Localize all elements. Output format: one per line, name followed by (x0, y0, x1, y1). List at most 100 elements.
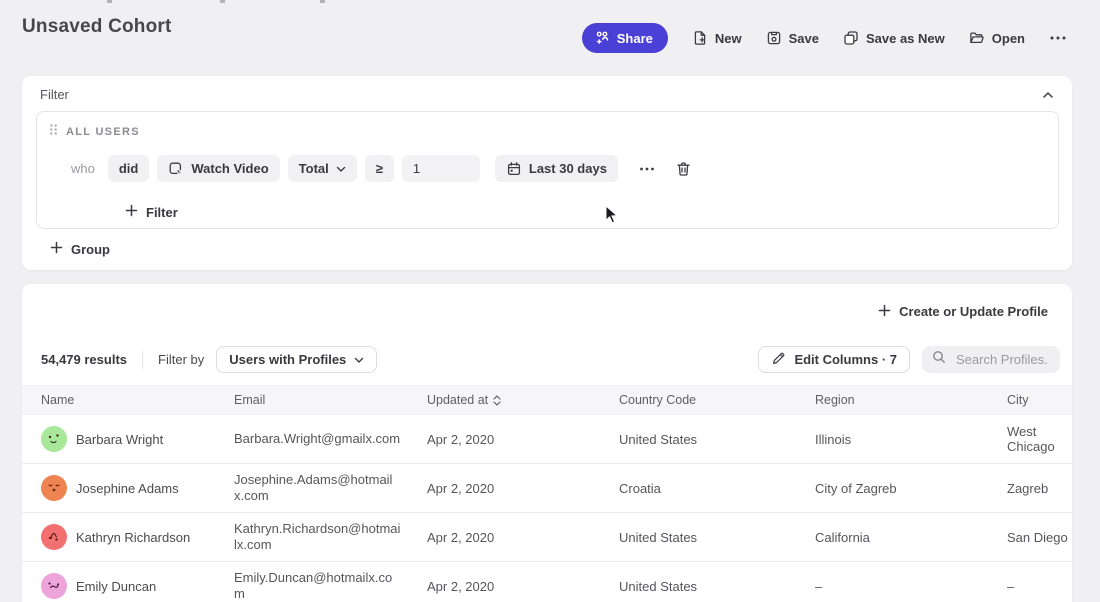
aggregation-selector[interactable]: Total (288, 155, 357, 182)
edit-columns-button[interactable]: Edit Columns · 7 (758, 346, 910, 373)
region-cell: Illinois (815, 432, 1007, 447)
country-cell: United States (619, 579, 815, 594)
row-more-options-icon[interactable] (633, 162, 661, 176)
avatar (41, 426, 67, 452)
add-filter-button[interactable]: Filter (119, 203, 184, 221)
operator-label: ≥ (376, 161, 383, 176)
open-label: Open (992, 31, 1025, 46)
share-users-icon (594, 30, 610, 46)
filter-by-label: Filter by (158, 352, 204, 367)
cohort-builder-screen: { "colors": { "accent": "#4b40d6", "page… (0, 0, 1100, 602)
share-button[interactable]: Share (582, 23, 668, 53)
add-group-label: Group (71, 242, 110, 257)
open-button[interactable]: Open (969, 30, 1025, 46)
plus-icon (878, 304, 891, 320)
profiles-table: Name Email Updated at Country Code Regio… (22, 385, 1072, 602)
col-header-updated-at[interactable]: Updated at (427, 393, 619, 407)
save-as-new-button[interactable]: Save as New (843, 30, 945, 46)
col-header-city[interactable]: City (1007, 393, 1072, 407)
result-count: 54,479 results (41, 352, 127, 367)
country-cell: Croatia (619, 481, 815, 496)
new-button[interactable]: New (692, 30, 742, 46)
group-scope-label: ALL USERS (66, 126, 140, 138)
event-label: Watch Video (191, 161, 268, 176)
share-label: Share (617, 31, 653, 46)
drag-handle-icon[interactable] (49, 123, 58, 141)
avatar (41, 573, 67, 599)
sort-icon (493, 395, 501, 406)
collapse-chevron-up-icon[interactable] (1040, 89, 1056, 101)
chevron-down-icon (354, 352, 364, 367)
page-header: Unsaved Cohort Share New Save Save as Ne… (0, 0, 1100, 70)
col-header-name[interactable]: Name (41, 393, 234, 407)
more-options-icon[interactable] (1049, 30, 1067, 46)
updated-cell: Apr 2, 2020 (427, 432, 619, 447)
city-cell: San Diego (1007, 530, 1072, 545)
table-row[interactable]: Josephine Adams Josephine.Adams@hotmailx… (22, 464, 1072, 513)
email-cell: Emily.Duncan@hotmailx.com (234, 570, 427, 602)
table-row[interactable]: Barbara Wright Barbara.Wright@gmailx.com… (22, 415, 1072, 464)
city-cell: West Chicago (1007, 424, 1072, 454)
city-cell: – (1007, 579, 1072, 594)
profile-filter-label: Users with Profiles (229, 352, 346, 367)
plus-icon (125, 204, 138, 220)
col-header-email[interactable]: Email (234, 393, 427, 407)
new-document-icon (692, 30, 708, 46)
city-cell: Zagreb (1007, 481, 1072, 496)
filter-panel-title: Filter (40, 87, 69, 102)
region-cell: California (815, 530, 1007, 545)
region-cell: City of Zagreb (815, 481, 1007, 496)
did-label: did (119, 161, 139, 176)
event-selector[interactable]: Watch Video (157, 155, 279, 182)
col-header-country-code[interactable]: Country Code (619, 393, 815, 407)
operator-selector[interactable]: ≥ (365, 155, 394, 182)
add-filter-label: Filter (146, 205, 178, 220)
header-actions: Share New Save Save as New Open (582, 23, 1067, 53)
email-cell: Josephine.Adams@hotmailx.com (234, 472, 427, 504)
results-toolbar: 54,479 results Filter by Users with Prof… (22, 339, 1072, 380)
delete-filter-trash-icon[interactable] (670, 161, 697, 177)
save-label: Save (789, 31, 819, 46)
filter-condition-row: who did Watch Video Total ≥ Last 30 days (71, 155, 1046, 182)
email-cell: Barbara.Wright@gmailx.com (234, 431, 427, 447)
page-title: Unsaved Cohort (22, 16, 172, 38)
filter-panel: Filter ALL USERS who did Watch Video Tot… (22, 76, 1072, 270)
create-or-update-profile-label: Create or Update Profile (899, 304, 1048, 319)
search-input[interactable] (954, 351, 1050, 368)
profile-name-cell: Barbara Wright (41, 426, 234, 452)
email-cell: Kathryn.Richardson@hotmailx.com (234, 521, 427, 553)
copy-icon (843, 30, 859, 46)
country-cell: United States (619, 530, 815, 545)
folder-icon (969, 30, 985, 46)
pencil-icon (771, 351, 786, 369)
edit-columns-label: Edit Columns · 7 (794, 352, 897, 367)
col-header-region[interactable]: Region (815, 393, 1007, 407)
updated-cell: Apr 2, 2020 (427, 579, 619, 594)
threshold-input[interactable] (402, 155, 480, 182)
profile-filter-dropdown[interactable]: Users with Profiles (216, 346, 377, 373)
profile-name-cell: Kathryn Richardson (41, 524, 234, 550)
updated-cell: Apr 2, 2020 (427, 481, 619, 496)
plus-icon (50, 241, 63, 257)
search-icon (932, 350, 946, 369)
new-label: New (715, 31, 742, 46)
avatar (41, 475, 67, 501)
profile-name-cell: Josephine Adams (41, 475, 234, 501)
did-selector[interactable]: did (108, 155, 150, 182)
updated-cell: Apr 2, 2020 (427, 530, 619, 545)
country-cell: United States (619, 432, 815, 447)
chevron-down-icon (336, 161, 346, 176)
who-label: who (71, 161, 95, 176)
save-as-new-label: Save as New (866, 31, 945, 46)
event-icon (168, 161, 184, 177)
table-row[interactable]: Kathryn Richardson Kathryn.Richardson@ho… (22, 513, 1072, 562)
date-range-selector[interactable]: Last 30 days (495, 155, 618, 182)
aggregation-label: Total (299, 161, 329, 176)
create-or-update-profile-button[interactable]: Create or Update Profile (872, 303, 1054, 321)
save-button[interactable]: Save (766, 30, 819, 46)
save-icon (766, 30, 782, 46)
divider (142, 351, 143, 369)
add-group-button[interactable]: Group (44, 240, 116, 258)
results-panel: Create or Update Profile 54,479 results … (22, 284, 1072, 602)
table-row[interactable]: Emily Duncan Emily.Duncan@hotmailx.com A… (22, 562, 1072, 602)
